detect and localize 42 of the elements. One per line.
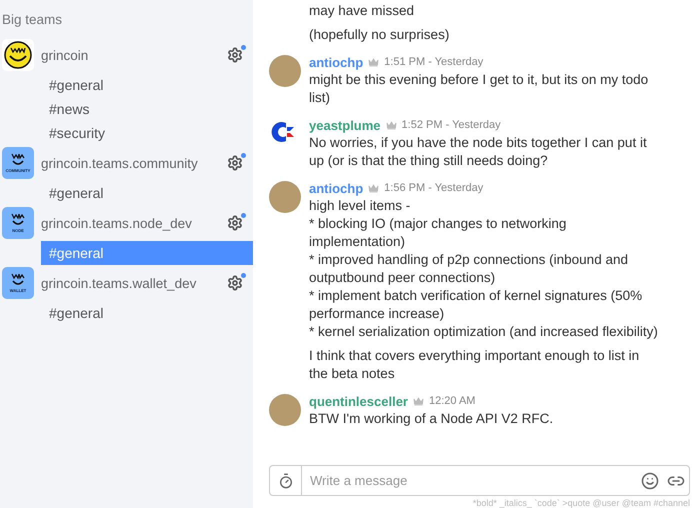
message-text: high level items - * blocking IO (major changes to networking implementation) * improved handling of p2p connections (inbound and outputbound peer connections) * implement batch verification of kernel signatures (50% performance increase) * kernel serialization optimization (and increased flexibility) — [309, 197, 659, 341]
author-name[interactable]: yeastplume — [309, 118, 381, 132]
team-name[interactable]: grincoin.teams.wallet_dev — [41, 276, 227, 290]
message-text: No worries, if you have the node bits together I can put it up (or is that the thing still needs doing? — [309, 134, 648, 170]
team-name[interactable]: grincoin — [41, 48, 227, 62]
crown-icon — [412, 396, 424, 406]
logo-icon — [10, 213, 26, 227]
avatar-placeholder — [269, 55, 301, 87]
logo-icon — [10, 153, 26, 167]
avatar-placeholder — [269, 181, 301, 213]
author-name[interactable]: antiochp — [309, 54, 364, 70]
formatting-hint: *bold* _italics_ `code` >quote @user @team #channel — [472, 497, 690, 508]
settings-icon[interactable] — [227, 155, 243, 171]
message-time: 1:51 PM - Yesterday — [384, 56, 484, 68]
crown-icon — [386, 120, 397, 130]
author-name[interactable]: antiochp — [309, 180, 364, 196]
settings-icon[interactable] — [227, 275, 243, 291]
team-name[interactable]: grincoin.teams.community — [41, 156, 227, 170]
crown-icon — [368, 184, 380, 192]
message-text: I think that covers everything important enough to list in the beta notes — [309, 347, 640, 383]
channel-item[interactable]: #general — [41, 241, 253, 265]
message-time: 1:52 PM - Yesterday — [402, 119, 501, 131]
settings-icon[interactable] — [227, 215, 243, 231]
section-heading: Big teams — [1, 12, 64, 29]
settings-icon[interactable] — [227, 47, 243, 63]
author-name[interactable]: quentinlesceller — [309, 394, 408, 408]
avatar-placeholder — [269, 394, 301, 426]
team-name[interactable]: grincoin.teams.node_dev — [41, 216, 227, 230]
message-time: 12:20 AM — [428, 395, 476, 407]
channel-item[interactable]: #general — [41, 73, 253, 97]
channel-item[interactable]: #security — [41, 121, 253, 145]
message-time: 1:56 PM - Yesterday — [384, 182, 484, 194]
channel-item[interactable]: #general — [41, 301, 253, 325]
crown-icon — [368, 58, 380, 66]
message-text: may have missed — [309, 2, 416, 20]
message-text: might be this evening before I get to it, but its on my todo list) — [309, 71, 650, 107]
message-composer[interactable]: Write a message — [269, 465, 690, 496]
channel-item[interactable]: #news — [41, 97, 253, 121]
channel-item[interactable]: #general — [41, 181, 253, 205]
message-text: BTW I'm working of a Node API V2 RFC. — [309, 410, 554, 428]
message-text: (hopefully no surprises) — [309, 26, 450, 44]
logo-icon — [10, 273, 26, 287]
